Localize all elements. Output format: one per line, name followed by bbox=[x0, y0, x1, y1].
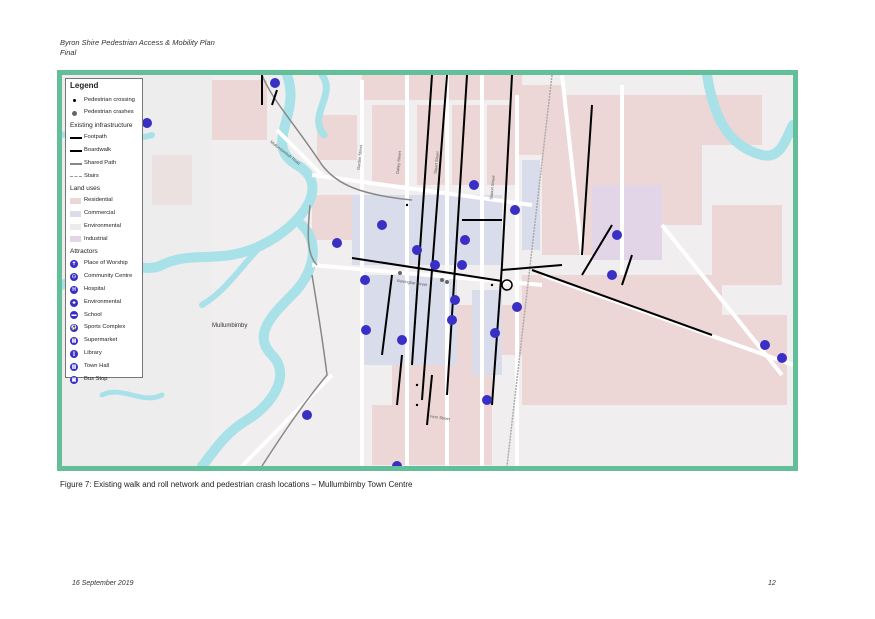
legend-item-pedestrian-crossing: Pedestrian crossing bbox=[70, 94, 138, 107]
document-header: Byron Shire Pedestrian Access & Mobility… bbox=[60, 38, 215, 58]
environmental-swatch bbox=[70, 223, 81, 230]
shared-path-line-symbol bbox=[70, 162, 82, 165]
legend-item-stairs: Stairs bbox=[70, 170, 138, 183]
pedestrian-crossing-symbol bbox=[73, 98, 76, 102]
pedestrian-crash-symbol bbox=[72, 110, 77, 116]
legend-item-industrial: Industrial bbox=[70, 233, 138, 246]
legend-item-sports-complex: ⚽ Sports Complex bbox=[70, 324, 126, 333]
stairs-line-symbol bbox=[70, 175, 82, 177]
map-frame: Mullumbimby Burringbar Street Dalley Str… bbox=[57, 70, 798, 471]
hospital-icon: H bbox=[70, 285, 78, 294]
school-icon: ▬ bbox=[70, 311, 78, 320]
footer-date: 16 September 2019 bbox=[72, 580, 134, 587]
legend-land-uses-heading: Land uses bbox=[70, 184, 100, 192]
map-canvas bbox=[62, 75, 793, 466]
legend-item-commercial: Commercial bbox=[70, 207, 138, 220]
legend-item-place-of-worship: ✝ Place of Worship bbox=[70, 259, 128, 268]
legend-item-footpath: Footpath bbox=[70, 131, 138, 144]
environmental-icon: ♣ bbox=[70, 298, 78, 307]
legend-item-shared-path: Shared Path bbox=[70, 157, 138, 170]
legend-attractors-heading: Attractors bbox=[70, 247, 98, 255]
bus-stop-icon: ▣ bbox=[70, 375, 78, 384]
footpath-line-symbol bbox=[70, 136, 82, 139]
community-centre-icon: ⚇ bbox=[70, 272, 78, 281]
legend-item-residential: Residential bbox=[70, 194, 138, 207]
legend-item-town-hall: ▥ Town Hall bbox=[70, 362, 110, 371]
town-label: Mullumbimby bbox=[212, 323, 248, 329]
legend-item-school: ▬ School bbox=[70, 311, 102, 320]
legend-item-bus-stop: ▣ Bus Stop bbox=[70, 375, 108, 384]
industrial-swatch bbox=[70, 236, 81, 243]
residential-land bbox=[152, 75, 787, 465]
supermarket-icon: ▤ bbox=[70, 337, 78, 346]
town-hall-icon: ▥ bbox=[70, 362, 78, 371]
sports-complex-icon: ⚽ bbox=[70, 324, 78, 333]
document-status: Final bbox=[60, 48, 77, 57]
legend-item-environmental-land: Environmental bbox=[70, 220, 138, 233]
figure-caption: Figure 7: Existing walk and roll network… bbox=[60, 480, 413, 489]
industrial-land bbox=[592, 185, 662, 260]
legend-title: Legend bbox=[70, 81, 99, 90]
legend-infrastructure-heading: Existing infrastructure bbox=[70, 121, 133, 129]
legend-item-supermarket: ▤ Supermarket bbox=[70, 337, 118, 346]
document-title: Byron Shire Pedestrian Access & Mobility… bbox=[60, 38, 215, 47]
legend-item-hospital: H Hospital bbox=[70, 283, 138, 296]
legend-item-boardwalk: Boardwalk bbox=[70, 144, 138, 157]
legend-item-environmental-attractor: ♣ Environmental bbox=[70, 296, 138, 309]
legend-item-library: ▯ Library bbox=[70, 348, 138, 361]
page-number: 12 bbox=[768, 580, 776, 587]
legend-item-pedestrian-crashes: Pedestrian crashes bbox=[70, 107, 138, 120]
map-legend: Legend Pedestrian crossing Pedestrian cr… bbox=[65, 78, 143, 384]
residential-swatch bbox=[70, 197, 81, 204]
place-of-worship-icon: ✝ bbox=[70, 259, 78, 268]
commercial-swatch bbox=[70, 210, 81, 217]
legend-item-community-centre: ⚇ Community Centre bbox=[70, 272, 133, 281]
library-icon: ▯ bbox=[70, 350, 78, 359]
boardwalk-line-symbol bbox=[70, 149, 82, 152]
